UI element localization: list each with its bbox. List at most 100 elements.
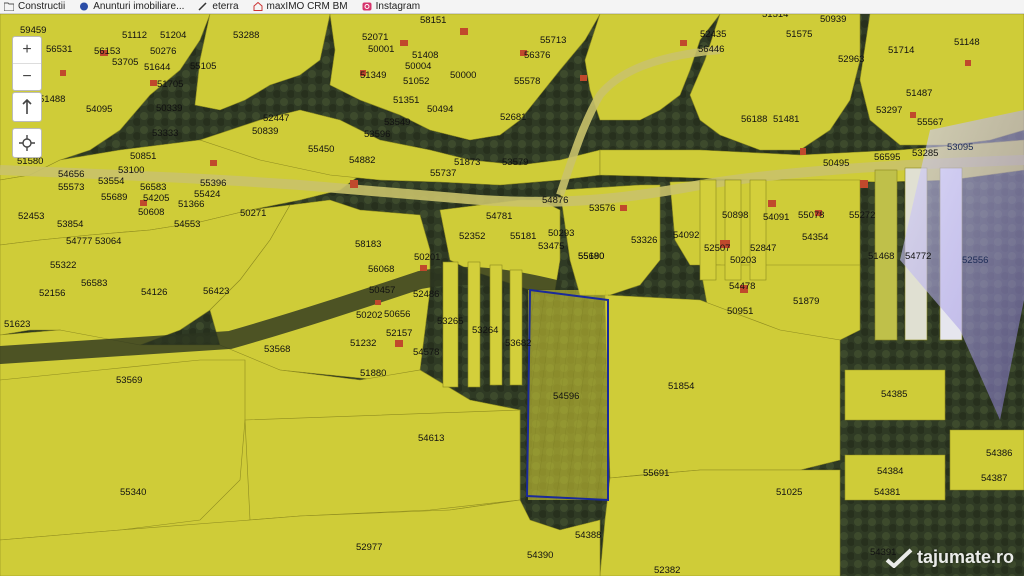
parcel-label: 51025: [776, 487, 803, 498]
parcel-label: 53264: [472, 325, 499, 336]
zoom-in-button[interactable]: +: [13, 37, 41, 63]
parcel-label: 52486: [413, 289, 440, 300]
bookmark-maximo[interactable]: maxIMO CRM BM: [253, 1, 348, 12]
parcel-label: 53326: [631, 235, 658, 246]
parcel-label: 51580: [17, 156, 44, 167]
instagram-icon: [362, 2, 372, 11]
parcel-label: 58151: [420, 15, 447, 26]
parcel-label: 55105: [190, 61, 217, 72]
parcel-label: 56376: [524, 50, 551, 61]
zoom-out-button[interactable]: −: [13, 63, 41, 90]
parcel-label: 50839: [252, 126, 279, 137]
parcel-label: 50276: [150, 46, 177, 57]
parcel-label: 55689: [101, 192, 128, 203]
parcel-label: 51487: [906, 88, 933, 99]
parcel-label: 52977: [356, 542, 383, 553]
parcel-label: 55078: [798, 210, 825, 221]
parcel-label: 55340: [120, 487, 147, 498]
parcel-label: 53568: [264, 344, 291, 355]
parcel-label: 52352: [459, 231, 486, 242]
parcel-label: 56153: [94, 46, 121, 57]
parcel-label: 53854: [57, 219, 84, 230]
locate-button[interactable]: [12, 128, 42, 158]
parcel-label: 55396: [200, 178, 227, 189]
parcel-label: 56188: [741, 114, 768, 125]
parcel-label: 54781: [486, 211, 513, 222]
parcel-label: 54656: [58, 169, 85, 180]
parcel-label: 51481: [773, 114, 800, 125]
bookmark-anunturi[interactable]: Anunturi imobiliare...: [79, 1, 184, 12]
reset-north-button[interactable]: [12, 92, 42, 122]
parcel-label: 54478: [729, 281, 756, 292]
parcel-label: 54882: [349, 155, 376, 166]
parcel-label: 54772: [905, 251, 932, 262]
parcel-label: 50271: [240, 208, 267, 219]
parcel-label: 51575: [786, 29, 813, 40]
parcel-label: 54354: [802, 232, 829, 243]
parcel-label: 54613: [418, 433, 445, 444]
parcel-label: 50004: [405, 61, 432, 72]
parcel-label: 54876: [542, 195, 569, 206]
parcel-label: 55180: [578, 251, 605, 262]
parcel-label: 56595: [874, 152, 901, 163]
parcel-label: 51705: [157, 79, 184, 90]
parcel-label: 55578: [514, 76, 541, 87]
parcel-label: 51714: [888, 45, 915, 56]
parcel-label: 52157: [386, 328, 413, 339]
bookmark-eterra[interactable]: eterra: [198, 1, 239, 12]
parcel-label: 54388: [575, 530, 602, 541]
parcel-label: 54553: [174, 219, 201, 230]
parcel-label: 53095: [947, 142, 974, 153]
parcel-label: 53579: [502, 157, 529, 168]
bookmark-label: maxIMO CRM BM: [266, 1, 348, 12]
parcel-label: 50898: [722, 210, 749, 221]
parcel-label: 56423: [203, 286, 230, 297]
parcel-label: 55272: [849, 210, 876, 221]
parcel-label: 52847: [750, 243, 777, 254]
parcel-label: 53554: [98, 176, 125, 187]
parcel-label: 50457: [369, 285, 396, 296]
parcel-label: 53297: [876, 105, 903, 116]
parcel-label: 51232: [350, 338, 377, 349]
parcel-label: 55567: [917, 117, 944, 128]
parcel-label: 51408: [412, 50, 439, 61]
parcel-label: 52435: [700, 29, 727, 40]
parcel-label: 53682: [505, 338, 532, 349]
watermark-logo-icon: [885, 548, 913, 568]
parcel-label: 53705: [112, 57, 139, 68]
bookmarks-bar: Constructii Anunturi imobiliare... eterr…: [0, 0, 1024, 14]
parcel-label: 54578: [413, 347, 440, 358]
parcel-label: 54092: [673, 230, 700, 241]
parcel-label: 55322: [50, 260, 77, 271]
site-logo-icon: [80, 2, 89, 11]
parcel-label: 55737: [430, 168, 457, 179]
parcel-label: 52382: [654, 565, 681, 576]
parcel-label: 50000: [450, 70, 477, 81]
pen-icon: [198, 2, 207, 11]
parcel-label: 53100: [118, 165, 145, 176]
watermark-text: tajumate.ro: [916, 547, 1014, 567]
bookmark-instagram[interactable]: Instagram: [362, 1, 420, 12]
bookmark-constructii[interactable]: Constructii: [4, 1, 65, 12]
parcel-label: 54095: [86, 104, 113, 115]
zoom-control: + −: [12, 36, 42, 91]
parcel-label: 56583: [81, 278, 108, 289]
parcel-label: 55181: [510, 231, 537, 242]
parcel-label: 59459: [20, 25, 47, 36]
parcel-label: 55713: [540, 35, 567, 46]
parcel-label: 56446: [698, 44, 725, 55]
parcel-label: 54126: [141, 287, 168, 298]
parcel-label: 54205: [143, 193, 170, 204]
parcel-label: 50951: [727, 306, 754, 317]
parcel-label: 53576: [589, 203, 616, 214]
parcel-label: 55691: [643, 468, 670, 479]
parcel-label: 51468: [868, 251, 895, 262]
parcel-label: 52963: [838, 54, 865, 65]
parcel-label: 55573: [58, 182, 85, 193]
parcel-label: 50656: [384, 309, 411, 320]
parcel-label: 54386: [986, 448, 1013, 459]
parcel-label: 53475: [538, 241, 565, 252]
parcel-label: 56068: [368, 264, 395, 275]
parcel-label: 52507: [704, 243, 731, 254]
parcel-label: 51623: [4, 319, 31, 330]
